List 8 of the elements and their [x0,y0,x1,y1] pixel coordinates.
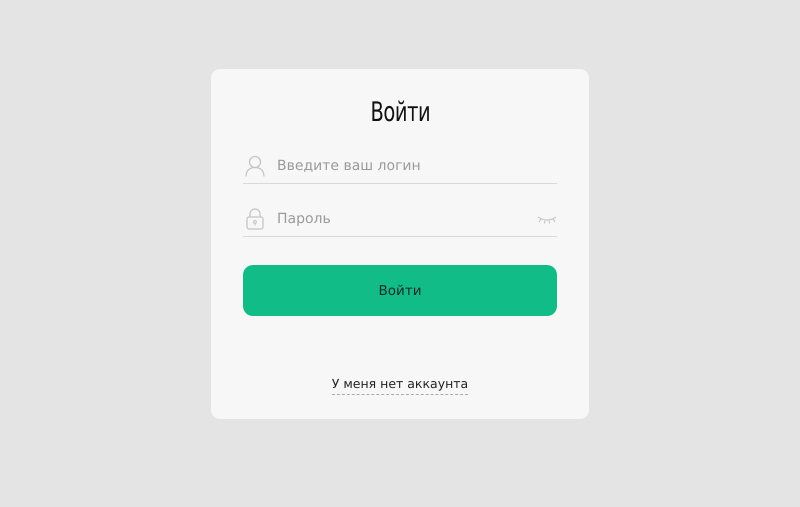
input-field[interactable]: Введите ваш логин [277,158,557,174]
lock-icon [245,208,265,230]
closed-eye-icon[interactable] [537,214,557,224]
input-field[interactable]: Пароль [277,211,525,227]
login-button[interactable]: Войти [243,265,557,316]
login-title: Войти [370,96,430,130]
user-icon [245,155,265,177]
no-account-link[interactable]: У меня нет аккаунта [332,376,468,395]
